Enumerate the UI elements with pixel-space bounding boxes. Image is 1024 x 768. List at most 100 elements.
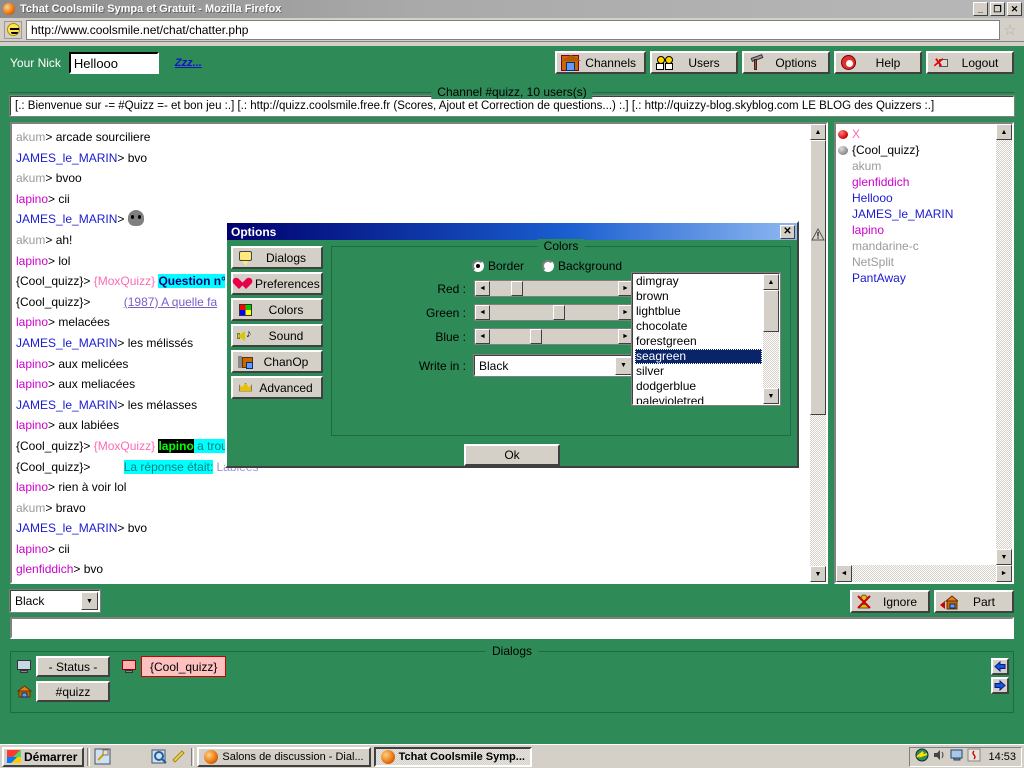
color-list-item[interactable]: palevioletred	[635, 394, 762, 404]
user-list-item[interactable]: mandarine-c	[838, 238, 995, 254]
network-icon[interactable]	[915, 748, 930, 766]
volume-icon[interactable]	[933, 748, 947, 765]
taskbar-item-tchat[interactable]: Tchat Coolsmile Symp...	[373, 746, 532, 767]
blue-slider-left-arrow[interactable]: ◄	[475, 329, 490, 344]
message-input[interactable]	[10, 617, 1014, 639]
color-name-list[interactable]: dimgray brown lightblue chocolate forestgree…	[631, 272, 781, 406]
users-scroll-down-button[interactable]: ▼	[996, 549, 1012, 565]
radio-background[interactable]: Background	[542, 259, 622, 273]
user-list-item[interactable]: Hellooo	[838, 190, 995, 206]
color-list-item[interactable]: lightblue	[635, 304, 762, 319]
color-list-item[interactable]: brown	[635, 289, 762, 304]
dialog-tab-cool-quizz[interactable]: {Cool_quizz}	[141, 656, 227, 677]
dialogs-prev-button[interactable]	[991, 658, 1009, 675]
close-icon[interactable]: ✕	[1007, 2, 1022, 16]
away-link[interactable]: Zzz...	[175, 57, 202, 69]
dialog-tab-quizz[interactable]: #quizz	[36, 681, 110, 702]
user-list-item[interactable]: PantAway	[838, 270, 995, 286]
color-list-item[interactable]: silver	[635, 364, 762, 379]
nick-input[interactable]: Hellooo	[68, 51, 159, 74]
users-scroll-left-button[interactable]: ◄	[836, 565, 852, 582]
options-button[interactable]: Options	[742, 51, 830, 74]
radio-background-dot[interactable]	[542, 260, 555, 272]
ignore-button[interactable]: Ignore	[850, 590, 930, 613]
color-list-item[interactable]: forestgreen	[635, 334, 762, 349]
media-icon[interactable]	[170, 748, 187, 765]
start-button[interactable]: Démarrer	[2, 746, 85, 767]
red-slider[interactable]: ◄ ►	[474, 280, 634, 297]
radio-border-dot[interactable]	[472, 260, 484, 272]
color-list-scroll-track[interactable]	[763, 290, 779, 388]
green-slider-right-arrow[interactable]: ►	[618, 305, 633, 320]
options-tab-dialogs[interactable]: Dialogs	[231, 246, 323, 269]
options-tab-colors[interactable]: Colors	[231, 298, 323, 321]
red-slider-right-arrow[interactable]: ►	[618, 281, 633, 296]
red-slider-thumb[interactable]	[511, 281, 523, 296]
users-scroll-right-button[interactable]: ►	[996, 565, 1012, 582]
users-hscroll-track[interactable]	[852, 565, 996, 582]
green-slider-left-arrow[interactable]: ◄	[475, 305, 490, 320]
green-slider-track[interactable]	[490, 305, 618, 320]
close-icon[interactable]: ✕	[780, 224, 795, 239]
address-bar[interactable]: http://www.coolsmile.net/chat/chatter.ph…	[26, 19, 1000, 40]
logout-button[interactable]: ✕ Logout	[926, 51, 1014, 74]
options-tab-advanced[interactable]: Advanced	[231, 376, 323, 399]
channels-button[interactable]: Channels	[555, 51, 646, 74]
color-list-vscrollbar[interactable]: ▲ ▼	[762, 274, 779, 404]
chat-scroll-up-button[interactable]: ▲	[810, 124, 826, 140]
red-slider-track[interactable]	[490, 281, 618, 296]
users-vscrollbar[interactable]: ▲ ▼	[995, 124, 1012, 565]
users-scroll-track[interactable]	[996, 140, 1012, 549]
red-slider-left-arrow[interactable]: ◄	[475, 281, 490, 296]
internet-explorer-icon[interactable]	[132, 748, 149, 765]
chevron-down-icon[interactable]: ▼	[615, 356, 632, 375]
color-list-item[interactable]: dodgerblue	[635, 379, 762, 394]
color-list-item[interactable]: seagreen	[635, 349, 762, 364]
user-list[interactable]: X {Cool_quizz} akum glenfiddich Hellooo JAMES…	[836, 124, 995, 565]
user-list-item[interactable]: {Cool_quizz}	[838, 142, 995, 158]
dialog-tab-status[interactable]: - Status -	[36, 656, 110, 677]
user-list-item[interactable]: X	[838, 126, 995, 142]
firefox-icon[interactable]	[113, 748, 130, 765]
user-list-item[interactable]: glenfiddich	[838, 174, 995, 190]
color-list-scroll-down-button[interactable]: ▼	[763, 388, 779, 404]
chevron-down-icon[interactable]: ▼	[81, 592, 98, 610]
color-list-item[interactable]: chocolate	[635, 319, 762, 334]
options-tab-sound[interactable]: ♪ Sound	[231, 324, 323, 347]
write-in-select[interactable]: Black ▼	[473, 354, 635, 377]
user-list-item[interactable]: akum	[838, 158, 995, 174]
green-slider[interactable]: ◄ ►	[474, 304, 634, 321]
chat-scroll-track[interactable]	[810, 140, 826, 566]
blue-slider-thumb[interactable]	[530, 329, 542, 344]
taskbar-item-salons[interactable]: Salons de discussion - Dial...	[197, 746, 371, 767]
options-tab-chanop[interactable]: ChanOp	[231, 350, 323, 373]
text-color-select[interactable]: Black ▼	[9, 589, 101, 613]
part-button[interactable]: Part	[934, 590, 1014, 613]
users-hscrollbar[interactable]: ◄ ►	[836, 565, 1012, 582]
dialogs-next-button[interactable]	[991, 677, 1009, 694]
java-icon[interactable]	[967, 748, 981, 765]
color-name-items[interactable]: dimgray brown lightblue chocolate forestgree…	[633, 274, 762, 404]
options-tab-preferences[interactable]: Preferences	[231, 272, 323, 295]
user-list-item[interactable]: lapino	[838, 222, 995, 238]
chat-vscrollbar[interactable]: ▲ ▼	[809, 124, 826, 582]
users-scroll-up-button[interactable]: ▲	[996, 124, 1012, 140]
radio-border[interactable]: Border	[472, 259, 524, 273]
display-icon[interactable]	[950, 748, 964, 765]
green-slider-thumb[interactable]	[553, 305, 565, 320]
restore-icon[interactable]: ❐	[990, 2, 1005, 16]
user-list-item[interactable]: JAMES_le_MARIN	[838, 206, 995, 222]
color-list-scroll-up-button[interactable]: ▲	[763, 274, 779, 290]
color-list-item[interactable]: dimgray	[635, 274, 762, 289]
blue-slider-right-arrow[interactable]: ►	[618, 329, 633, 344]
ok-button[interactable]: Ok	[464, 444, 560, 466]
chat-line-question[interactable]: (1987) A quelle fa	[124, 295, 217, 309]
help-button[interactable]: Help	[834, 51, 922, 74]
blue-slider[interactable]: ◄ ►	[474, 328, 634, 345]
topic-input[interactable]: [.: Bienvenue sur -= #Quizz =- et bon je…	[9, 95, 1015, 117]
blue-slider-track[interactable]	[490, 329, 618, 344]
user-list-item[interactable]: NetSplit	[838, 254, 995, 270]
chat-scroll-down-button[interactable]: ▼	[810, 566, 826, 582]
users-button[interactable]: Users	[650, 51, 738, 74]
minimize-icon[interactable]: _	[973, 2, 988, 16]
